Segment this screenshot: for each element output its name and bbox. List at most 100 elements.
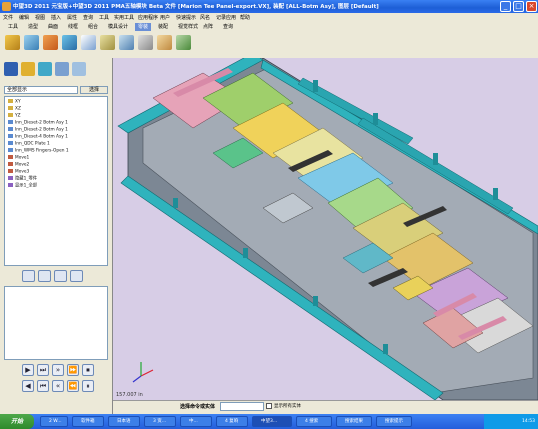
close-button[interactable]: × [526,1,537,12]
command-bar [113,400,538,415]
insert-part-icon[interactable] [24,35,39,50]
menu-utils[interactable]: 实用工具 [114,14,134,21]
start-icon[interactable]: ⏸ [82,380,94,392]
minimize-button[interactable]: _ [500,1,511,12]
task-item[interactable]: 日本语 [108,416,140,427]
menu-query[interactable]: 查询 [83,14,93,21]
back-icon[interactable]: ◀ [22,380,34,392]
fast-forward-icon[interactable]: ⏩ [67,364,79,376]
menu-style[interactable]: 风名 [200,14,210,21]
move-icon[interactable] [81,35,96,50]
menu-tools[interactable]: 工具 [99,14,109,21]
step-back-icon[interactable]: ⏮ [37,380,49,392]
command-input[interactable] [220,402,264,411]
tree-item[interactable]: Move1 [8,155,29,161]
part-icon [8,141,13,145]
forward-icon[interactable]: » [52,364,64,376]
tree-item[interactable]: YZ [8,113,21,119]
task-item[interactable]: 中望3... [252,416,292,427]
menu-bar: 文件 编辑 视图 插入 属性 查询 工具 实用工具 应用程序 用户 快速提示 风… [0,13,538,22]
window-title: 中望3D 2011 元宝版+中望3D 2011 PMA五轴模块 Beta 文件 … [13,4,379,10]
tab-assembly[interactable]: 装配 [155,23,171,31]
new-part-icon[interactable] [5,35,20,50]
start-button[interactable]: 开始 [0,414,34,429]
filter-select[interactable]: 全部显示 [4,86,78,94]
tab-surface[interactable]: 曲面 [45,23,61,31]
task-item[interactable]: 2 W... [40,416,68,427]
layer-manager-icon[interactable] [38,62,52,76]
part-icon [8,120,13,124]
explode-icon[interactable] [138,35,153,50]
tab-wireframe[interactable]: 线框 [65,23,81,31]
filter-icon[interactable] [54,270,67,282]
feature-icon [8,183,13,187]
menu-attr[interactable]: 属性 [67,14,77,21]
tab-combine[interactable]: 组合 [85,23,101,31]
panel-icon-strip [4,62,108,80]
tab-query[interactable]: 查询 [220,23,236,31]
tree-item[interactable]: Move2 [8,162,29,168]
menu-edit[interactable]: 编辑 [19,14,29,21]
task-item[interactable]: 搜索提示 [376,416,412,427]
menu-quicktip[interactable]: 快速提示 [176,14,196,21]
refresh-icon[interactable] [70,270,83,282]
plane-icon [8,106,13,110]
tree-item[interactable]: Inn_Dieset-2 Botm Asy 1 [8,120,68,126]
feature-icon [8,176,13,180]
play-icon[interactable]: ▶ [22,364,34,376]
step-forward-icon[interactable]: ⏭ [37,364,49,376]
command-prompt: 选择命令或实体 [180,404,216,410]
interference-icon[interactable] [176,35,191,50]
tree-item[interactable]: XY [8,99,21,105]
tab-tools[interactable]: 工具 [5,23,21,31]
maximize-button[interactable]: □ [513,1,524,12]
tree-item[interactable]: XZ [8,106,21,112]
menu-record[interactable]: 记录应用 [216,14,236,21]
tree-item[interactable]: Inn_Dieset-4 Botm Asy 1 [8,134,68,140]
select-button[interactable]: 选择 [80,86,108,94]
tree-item[interactable]: Inn_Dieset-2 Botm Asy 1 [8,127,68,133]
end-icon[interactable]: ⏹ [82,364,94,376]
task-item[interactable]: 3 资... [144,416,176,427]
menu-view[interactable]: 视图 [35,14,45,21]
fast-rewind-icon[interactable]: ⏪ [67,380,79,392]
property-box [4,286,108,360]
tree-item[interactable]: 隐藏1_零件 [8,176,37,182]
3d-viewport[interactable] [113,58,538,400]
fix-part-icon[interactable] [43,35,58,50]
menu-insert[interactable]: 插入 [51,14,61,21]
feature-tree: XY XZ YZ Inn_Dieset-2 Botm Asy 1 Inn_Die… [4,96,108,266]
align-icon[interactable] [100,35,115,50]
feature-icon [8,155,13,159]
menu-apps[interactable]: 应用程序 [138,14,158,21]
collapse-icon[interactable] [38,270,51,282]
tree-item[interactable]: Inn_WMS Fingers-Open 1 [8,148,69,154]
show-all-checkbox[interactable] [266,403,272,409]
task-item[interactable]: 软件箱 [72,416,104,427]
tab-lattice[interactable]: 点阵 [200,23,216,31]
expand-icon[interactable] [22,270,35,282]
tab-parts[interactable]: 零装 [135,23,152,31]
tree-item[interactable]: Inn_QDC Plate 1 [8,141,50,147]
tab-mold[interactable]: 模具设计 [105,23,131,31]
tree-item[interactable]: Move3 [8,169,29,175]
rewind-icon[interactable]: « [52,380,64,392]
constraint-icon[interactable] [62,35,77,50]
task-item[interactable]: 4 搜索 [296,416,332,427]
tab-visual[interactable]: 视觉样式 [175,23,201,31]
menu-user[interactable]: 用户 [160,14,170,21]
view-manager-icon[interactable] [55,62,69,76]
task-item[interactable]: 搜索结果 [336,416,372,427]
bom-icon[interactable] [157,35,172,50]
task-item[interactable]: 4 复响 [216,416,248,427]
property-manager-icon[interactable] [72,62,86,76]
tree-item[interactable]: 显示1_全部 [8,183,37,189]
tab-modeling[interactable]: 造型 [25,23,41,31]
history-manager-icon[interactable] [4,62,18,76]
feature-icon [8,169,13,173]
task-item[interactable]: 中... [180,416,212,427]
menu-help[interactable]: 帮助 [240,14,250,21]
rotate-icon[interactable] [119,35,134,50]
menu-file[interactable]: 文件 [3,14,13,21]
assembly-manager-icon[interactable] [21,62,35,76]
